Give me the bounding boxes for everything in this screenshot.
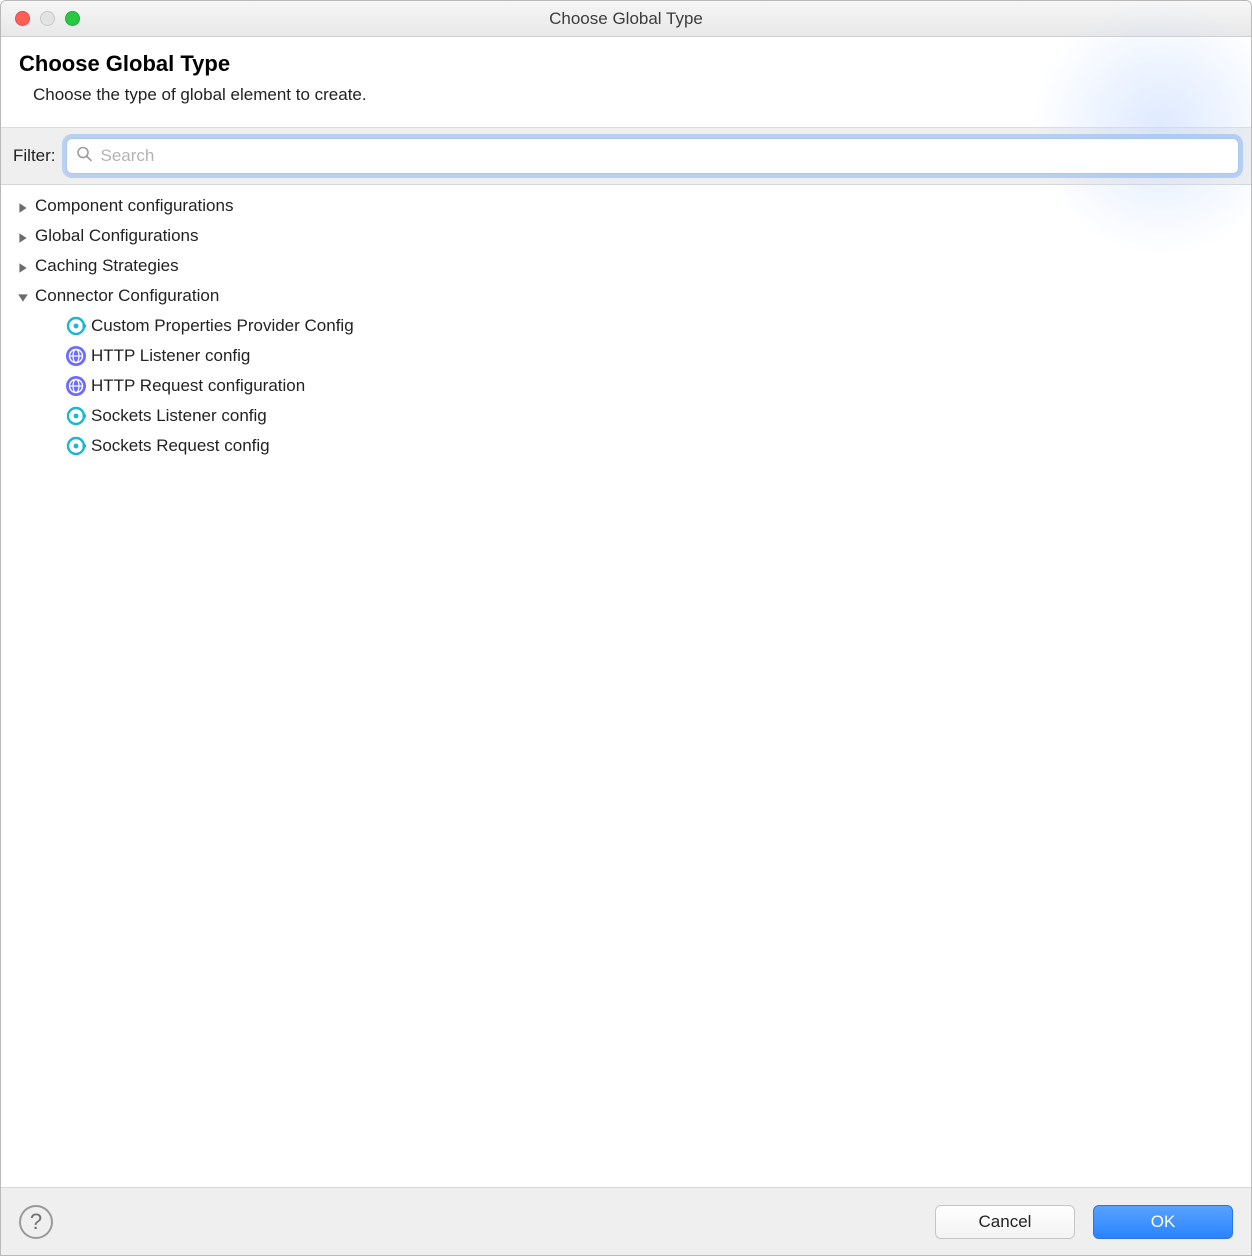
tree-node-label: Component configurations <box>35 196 233 216</box>
chevron-right-icon[interactable] <box>17 259 31 273</box>
tree-leaf-label: Custom Properties Provider Config <box>91 316 354 336</box>
tree-leaf-label: Sockets Listener config <box>91 406 267 426</box>
window-title: Choose Global Type <box>1 9 1251 29</box>
connector-icon <box>65 405 87 427</box>
tree-leaf-label: HTTP Request configuration <box>91 376 305 396</box>
tree-leaf[interactable]: Custom Properties Provider Config <box>5 311 1247 341</box>
chevron-right-icon[interactable] <box>17 229 31 243</box>
window-controls <box>1 11 80 26</box>
tree-leaf[interactable]: Sockets Listener config <box>5 401 1247 431</box>
search-icon <box>76 146 92 167</box>
close-window-button[interactable] <box>15 11 30 26</box>
search-input-wrapper <box>66 138 1240 174</box>
zoom-window-button[interactable] <box>65 11 80 26</box>
tree-leaf-label: Sockets Request config <box>91 436 270 456</box>
chevron-down-icon[interactable] <box>17 289 31 303</box>
search-input[interactable] <box>66 138 1240 174</box>
connector-icon <box>65 315 87 337</box>
help-button[interactable]: ? <box>19 1205 53 1239</box>
cancel-button[interactable]: Cancel <box>935 1205 1075 1239</box>
chevron-right-icon[interactable] <box>17 199 31 213</box>
tree-leaf[interactable]: Sockets Request config <box>5 431 1247 461</box>
dialog-subtext: Choose the type of global element to cre… <box>19 85 1233 105</box>
type-tree[interactable]: Component configurations Global Configura… <box>1 185 1251 1187</box>
dialog-heading: Choose Global Type <box>19 51 1233 77</box>
tree-node-label: Global Configurations <box>35 226 198 246</box>
tree-node[interactable]: Connector Configuration <box>5 281 1247 311</box>
tree-leaf[interactable]: HTTP Request configuration <box>5 371 1247 401</box>
minimize-window-button <box>40 11 55 26</box>
globe-icon <box>65 345 87 367</box>
tree-node[interactable]: Caching Strategies <box>5 251 1247 281</box>
dialog-footer: ? Cancel OK <box>1 1187 1251 1255</box>
tree-leaf[interactable]: HTTP Listener config <box>5 341 1247 371</box>
connector-icon <box>65 435 87 457</box>
tree-node[interactable]: Global Configurations <box>5 221 1247 251</box>
dialog-window: Choose Global Type Choose Global Type Ch… <box>0 0 1252 1256</box>
tree-node-label: Caching Strategies <box>35 256 179 276</box>
filter-label: Filter: <box>13 146 56 166</box>
filter-row: Filter: <box>1 128 1251 185</box>
titlebar: Choose Global Type <box>1 1 1251 37</box>
tree-node[interactable]: Component configurations <box>5 191 1247 221</box>
tree-node-label: Connector Configuration <box>35 286 219 306</box>
globe-icon <box>65 375 87 397</box>
dialog-header: Choose Global Type Choose the type of gl… <box>1 37 1251 128</box>
tree-leaf-label: HTTP Listener config <box>91 346 250 366</box>
ok-button[interactable]: OK <box>1093 1205 1233 1239</box>
